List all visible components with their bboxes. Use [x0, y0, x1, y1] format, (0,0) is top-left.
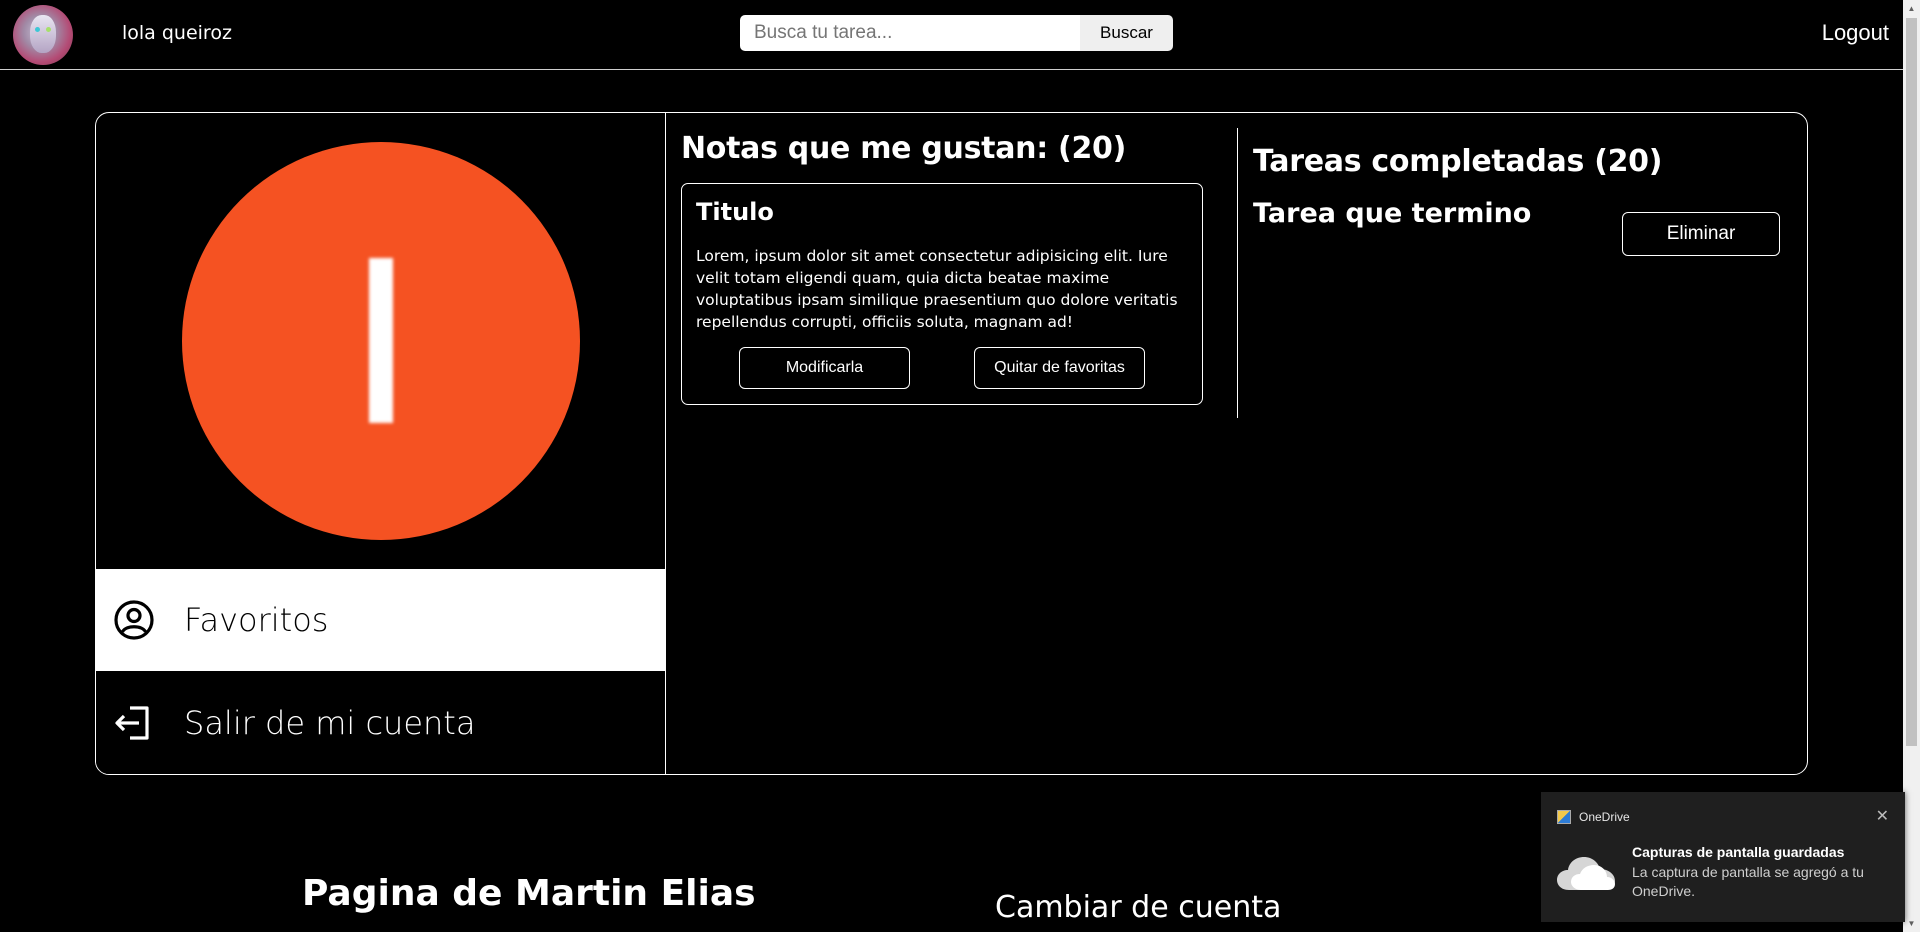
menu-item-sign-out-label: Salir de mi cuenta — [184, 704, 476, 742]
liked-notes-heading: Notas que me gustan: (20) — [681, 131, 1127, 166]
avatar-eye-left — [35, 27, 40, 32]
user-circle-icon — [112, 598, 156, 642]
profile-avatar-letter — [369, 258, 393, 423]
onedrive-app-icon — [1557, 810, 1571, 824]
avatar-eye-right — [46, 27, 51, 32]
profile-sidebar: Favoritos Salir de mi cuenta — [96, 113, 666, 774]
vertical-scrollbar[interactable]: ▲ ▼ — [1903, 0, 1920, 932]
search-button[interactable]: Buscar — [1080, 15, 1173, 51]
liked-notes-section: Notas que me gustan: (20) Titulo Lorem, … — [666, 113, 1236, 774]
profile-card: Favoritos Salir de mi cuenta Notas que m… — [95, 112, 1808, 775]
logout-link[interactable]: Logout — [1822, 20, 1889, 46]
avatar-face — [30, 15, 56, 53]
sign-out-icon — [112, 701, 156, 745]
unfavorite-note-button[interactable]: Quitar de favoritas — [974, 347, 1145, 389]
menu-item-favorites-label: Favoritos — [184, 601, 329, 639]
scroll-thumb[interactable] — [1906, 18, 1917, 746]
modify-note-button[interactable]: Modificarla — [739, 347, 910, 389]
menu-item-favorites[interactable]: Favoritos — [96, 569, 665, 671]
completed-tasks-heading: Tareas completadas (20) — [1253, 144, 1663, 179]
toast-body: La captura de pantalla se agregó a tu On… — [1632, 864, 1864, 899]
top-navbar: lola queiroz Buscar Logout — [0, 0, 1903, 70]
toast-app-name: OneDrive — [1579, 810, 1630, 824]
delete-task-button[interactable]: Eliminar — [1622, 212, 1780, 256]
menu-item-sign-out[interactable]: Salir de mi cuenta — [96, 671, 665, 774]
search-input[interactable] — [740, 15, 1080, 51]
profile-avatar — [182, 142, 580, 540]
search-bar: Buscar — [740, 15, 1173, 51]
scroll-up-arrow-icon[interactable]: ▲ — [1903, 0, 1920, 17]
user-avatar[interactable] — [13, 5, 73, 65]
task-title: Tarea que termino — [1253, 198, 1532, 229]
page-owner-title: Pagina de Martin Elias — [302, 873, 756, 914]
note-body: Lorem, ipsum dolor sit amet consectetur … — [696, 247, 1178, 331]
note-title: Titulo — [696, 198, 774, 226]
completed-tasks-section: Tareas completadas (20) Tarea que termin… — [1238, 113, 1807, 774]
toast-title: Capturas de pantalla guardadas — [1632, 844, 1845, 860]
switch-account-link[interactable]: Cambiar de cuenta — [995, 890, 1281, 925]
note-card: Titulo Lorem, ipsum dolor sit amet conse… — [681, 183, 1203, 405]
close-icon[interactable]: ✕ — [1876, 806, 1889, 826]
cloud-icon — [1557, 857, 1615, 890]
scroll-down-arrow-icon[interactable]: ▼ — [1903, 915, 1920, 932]
username-label: lola queiroz — [122, 22, 232, 44]
onedrive-notification[interactable]: OneDrive ✕ Capturas de pantalla guardada… — [1541, 792, 1905, 922]
